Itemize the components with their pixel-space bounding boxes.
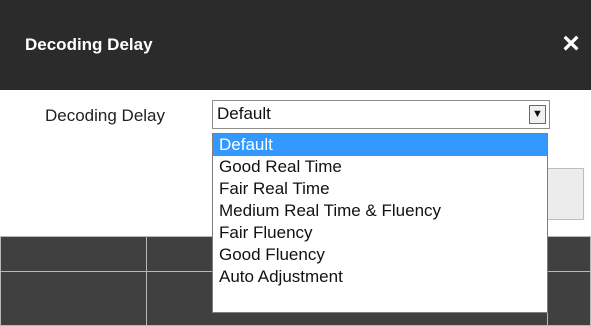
option-fair-real-time[interactable]: Fair Real Time (213, 178, 547, 200)
video-cell[interactable] (0, 236, 147, 272)
close-icon[interactable]: × (559, 29, 583, 59)
video-cell[interactable] (547, 236, 591, 272)
option-default[interactable]: Default (213, 134, 547, 156)
partially-hidden-button[interactable] (548, 168, 584, 220)
chevron-down-icon[interactable]: ▼ (529, 105, 546, 124)
dialog-title: Decoding Delay (25, 35, 153, 54)
dialog-titlebar: Decoding Delay × (0, 0, 591, 90)
decoding-delay-label: Decoding Delay (45, 106, 166, 125)
decoding-delay-select[interactable]: Default ▼ (212, 100, 550, 129)
video-cell[interactable] (547, 271, 591, 326)
option-fair-fluency[interactable]: Fair Fluency (213, 222, 547, 244)
option-medium-real-time-fluency[interactable]: Medium Real Time & Fluency (213, 200, 547, 222)
option-auto-adjustment[interactable]: Auto Adjustment (213, 266, 547, 288)
select-current-value: Default (217, 104, 271, 123)
option-good-fluency[interactable]: Good Fluency (213, 244, 547, 266)
decoding-delay-options-list: Default Good Real Time Fair Real Time Me… (212, 133, 548, 313)
option-good-real-time[interactable]: Good Real Time (213, 156, 547, 178)
video-cell[interactable] (0, 271, 147, 326)
